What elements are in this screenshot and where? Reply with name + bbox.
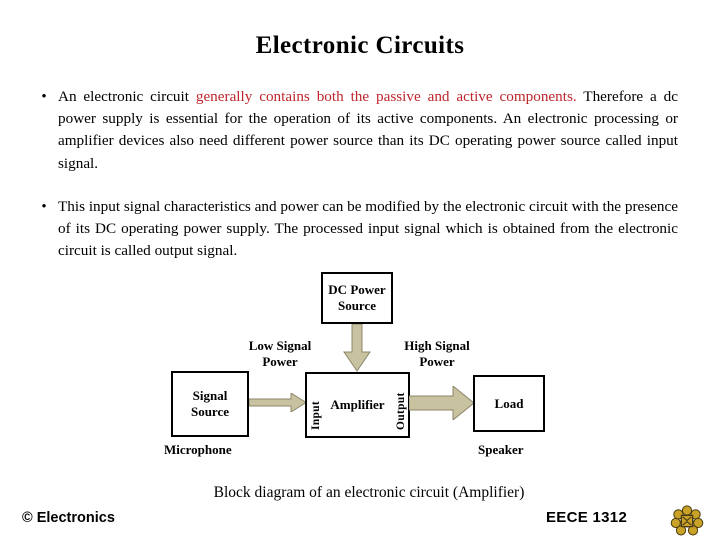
bullet-item-2: • This input signal characteristics and … — [30, 196, 678, 263]
bullet-1-segment-highlight: generally contains both the passive and … — [195, 88, 577, 105]
load-label: Load — [494, 395, 524, 411]
low-signal-line1: Low Signal — [248, 338, 312, 353]
amplifier-input-port-label: Input — [310, 401, 322, 430]
diagram-block-signal-source: Signal Source — [171, 371, 249, 437]
signal-source-label-line2: Source — [190, 404, 230, 419]
amplifier-output-port-label: Output — [395, 392, 407, 430]
bullet-item-1: • An electronic circuit generally contai… — [30, 86, 678, 175]
diagram-block-load: Load — [473, 375, 545, 432]
arrow-right-low-signal — [249, 393, 307, 412]
low-signal-line2: Power — [262, 354, 298, 369]
university-seal-logo-icon — [670, 505, 704, 536]
dc-power-label-line2: Source — [337, 298, 377, 313]
bullet-2-segment-normal: This input signal characteristics and po… — [58, 197, 678, 260]
arrow-right-high-signal — [409, 386, 475, 420]
dc-power-label-line1: DC Power — [328, 282, 386, 297]
signal-source-label-line1: Signal — [192, 388, 228, 403]
label-low-signal-power: Low Signal Power — [241, 338, 319, 370]
footer-copyright: © Electronics — [22, 510, 115, 526]
slide-body: • An electronic circuit generally contai… — [30, 86, 678, 262]
bullet-text-2: This input signal characteristics and po… — [58, 196, 678, 263]
bullet-marker-icon: • — [41, 198, 47, 215]
label-high-signal-power: High Signal Power — [396, 338, 478, 370]
high-signal-line1: High Signal — [404, 338, 470, 353]
bullet-marker-icon: • — [41, 89, 47, 105]
diagram-block-dc-power-source: DC Power Source — [321, 272, 393, 324]
amplifier-label: Amplifier — [330, 397, 385, 412]
footer-course-code: EECE 1312 — [546, 509, 628, 526]
arrow-down-dc-to-amplifier — [343, 324, 371, 372]
block-diagram: DC Power Source Signal Source Amplifier … — [0, 262, 720, 472]
high-signal-line2: Power — [419, 354, 455, 369]
diagram-caption: Block diagram of an electronic circuit (… — [213, 484, 525, 501]
label-microphone: Microphone — [164, 442, 232, 457]
bullet-text-1: An electronic circuit generally contains… — [58, 86, 678, 175]
page-title: Electronic Circuits — [255, 32, 465, 59]
bullet-1-segment-normal-a: An electronic circuit — [58, 88, 196, 105]
label-speaker: Speaker — [478, 442, 524, 457]
